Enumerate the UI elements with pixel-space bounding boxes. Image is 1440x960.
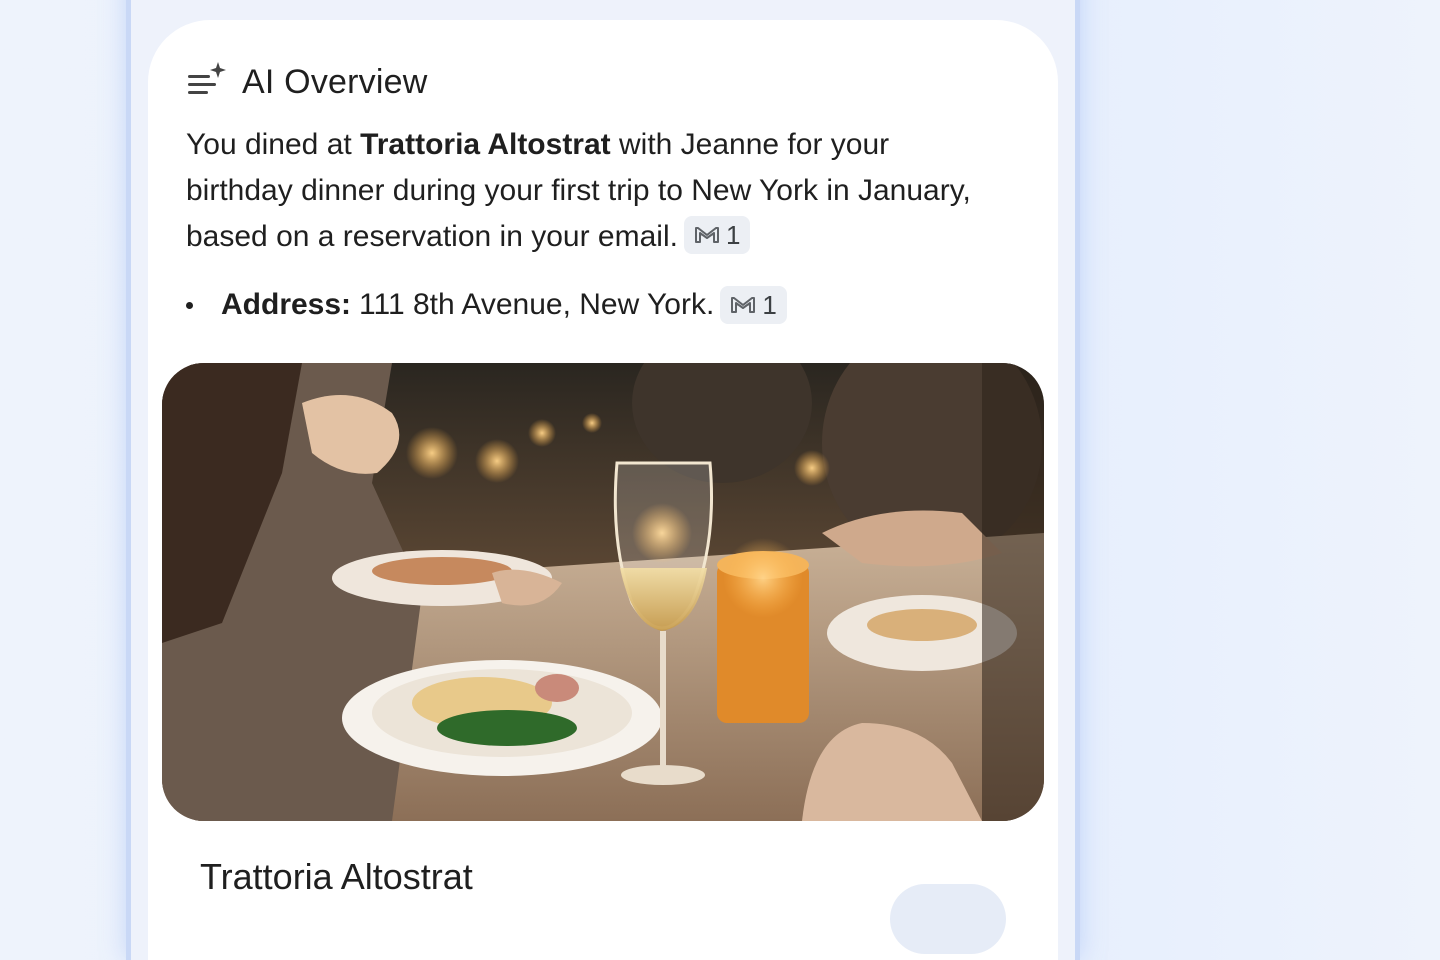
ai-overview-title: AI Overview: [242, 62, 428, 101]
gmail-icon: [731, 297, 756, 313]
address-label: Address:: [221, 288, 352, 321]
place-name[interactable]: Trattoria Altostrat: [200, 856, 473, 898]
source-chip[interactable]: 1: [683, 216, 751, 255]
place-action-button[interactable]: [890, 884, 1006, 954]
address-bullet: Address: 111 8th Avenue, New York. 1: [186, 282, 787, 328]
address-value: 111 8th Avenue, New York.: [359, 288, 715, 321]
gmail-icon: [694, 227, 719, 244]
restaurant-photo-illustration: [162, 363, 1044, 821]
address-source-chip[interactable]: 1: [720, 286, 787, 324]
ai-overview-sparkle-icon: [188, 62, 226, 94]
address-source-count: 1: [762, 289, 777, 320]
ai-overview-header: AI Overview: [186, 58, 427, 106]
ai-overview-summary: You dined at Trattoria Altostrat with Je…: [186, 122, 986, 260]
source-count: 1: [725, 220, 741, 251]
restaurant-dinner-photo[interactable]: [162, 363, 1044, 821]
summary-text-start: You dined at: [186, 128, 361, 161]
bullet-dot: [186, 301, 193, 309]
restaurant-name-highlight: Trattoria Altostrat: [360, 128, 611, 161]
